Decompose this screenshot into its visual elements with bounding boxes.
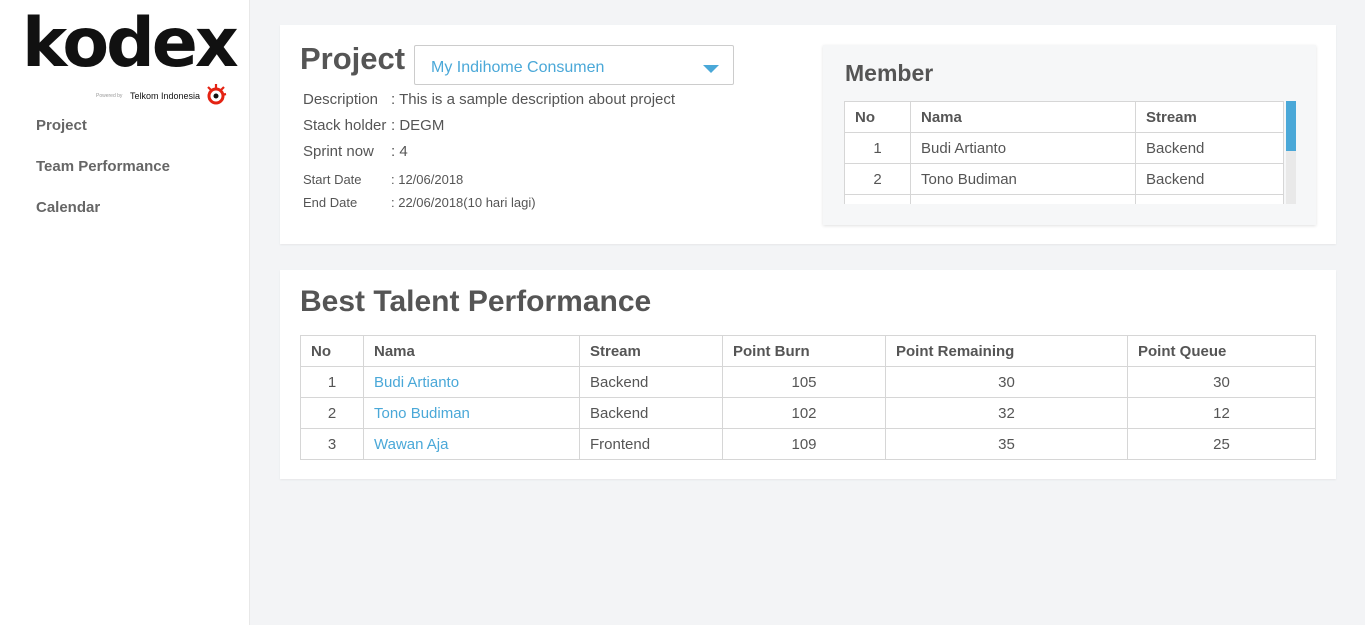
sidebar-nav: Project Team Performance Calendar	[36, 116, 170, 239]
member-scrollbar-thumb[interactable]	[1286, 101, 1296, 151]
talent-point-burn: 105	[722, 366, 886, 398]
member-col-stream: Stream	[1135, 101, 1284, 133]
sidebar-item-project[interactable]: Project	[36, 116, 170, 157]
telkom-label: Telkom Indonesia	[130, 91, 201, 101]
talent-stream: Frontend	[579, 428, 723, 460]
talent-point-remaining: 32	[885, 397, 1128, 429]
kodex-logo[interactable]: kodex Powered by Telkom Indonesia	[22, 4, 239, 105]
stakeholder-value: : DEGM	[391, 117, 445, 134]
description-row: Description : This is a sample descripti…	[303, 91, 675, 108]
sprint-label: Sprint now	[303, 143, 374, 160]
talent-stream: Backend	[579, 397, 723, 429]
table-row: 1 Budi Artianto Backend 105 30 30	[300, 366, 1316, 398]
stakeholder-label: Stack holder	[303, 117, 387, 134]
talent-col-point-queue: Point Queue	[1127, 335, 1316, 367]
talent-col-point-remaining: Point Remaining	[885, 335, 1128, 367]
project-select-value: My Indihome Consumen	[431, 59, 605, 76]
start-date-label: Start Date	[303, 172, 362, 187]
table-row: 1 Budi Artianto Backend	[844, 132, 1284, 164]
talent-table-header: No Nama Stream Point Burn Point Remainin…	[300, 335, 1316, 367]
member-stream: Frontend	[1135, 194, 1284, 204]
member-table-scroll[interactable]: No Nama Stream 1 Budi Artianto Backend 2…	[844, 101, 1284, 204]
project-card: Project My Indihome Consumen Description…	[280, 25, 1336, 244]
talent-card: Best Talent Performance No Nama Stream P…	[280, 270, 1336, 479]
sprint-value: : 4	[391, 143, 408, 160]
chevron-down-icon	[703, 65, 719, 73]
sidebar: kodex Powered by Telkom Indonesia Projec…	[0, 0, 250, 625]
description-label: Description	[303, 91, 379, 108]
table-row: 3 Wawan Aja Frontend	[844, 194, 1284, 204]
talent-point-remaining: 30	[885, 366, 1128, 398]
member-nama: Wawan Aja	[910, 194, 1136, 204]
talent-title: Best Talent Performance	[300, 285, 652, 318]
talent-name-link[interactable]: Tono Budiman	[363, 397, 580, 429]
talent-col-no: No	[300, 335, 364, 367]
table-row: 2 Tono Budiman Backend 102 32 12	[300, 397, 1316, 429]
talent-name-link[interactable]: Budi Artianto	[363, 366, 580, 398]
member-stream: Backend	[1135, 132, 1284, 164]
project-select[interactable]: My Indihome Consumen	[414, 45, 734, 85]
project-title: Project	[300, 41, 406, 76]
talent-col-nama: Nama	[363, 335, 580, 367]
talent-point-burn: 102	[722, 397, 886, 429]
sidebar-item-calendar[interactable]: Calendar	[36, 198, 170, 239]
table-row: 2 Tono Budiman Backend	[844, 163, 1284, 195]
description-value: : This is a sample description about pro…	[391, 91, 676, 108]
member-table-header: No Nama Stream	[844, 101, 1284, 133]
logo-wordmark: kodex	[22, 4, 239, 83]
member-no: 3	[844, 194, 911, 204]
sidebar-item-team-performance[interactable]: Team Performance	[36, 157, 170, 198]
member-title: Member	[845, 60, 934, 86]
talent-name-link[interactable]: Wawan Aja	[363, 428, 580, 460]
talent-point-remaining: 35	[885, 428, 1128, 460]
member-scrollbar[interactable]	[1286, 101, 1296, 204]
sprint-row: Sprint now : 4	[303, 143, 408, 160]
talent-point-queue: 25	[1127, 428, 1316, 460]
start-date-value: : 12/06/2018	[391, 172, 464, 187]
powered-by-label: Powered by	[96, 93, 123, 99]
member-nama: Budi Artianto	[910, 132, 1136, 164]
member-table: No Nama Stream 1 Budi Artianto Backend 2…	[844, 101, 1284, 204]
start-date-row: Start Date : 12/06/2018	[303, 172, 463, 187]
member-panel: Member No Nama Stream 1 Budi Artianto Ba…	[823, 45, 1316, 225]
talent-point-queue: 12	[1127, 397, 1316, 429]
member-no: 1	[844, 132, 911, 164]
end-date-label: End Date	[303, 195, 358, 210]
member-col-nama: Nama	[910, 101, 1136, 133]
talent-no: 3	[300, 428, 364, 460]
telkom-logo-icon	[207, 84, 227, 105]
member-nama: Tono Budiman	[910, 163, 1136, 195]
member-no: 2	[844, 163, 911, 195]
table-row: 3 Wawan Aja Frontend 109 35 25	[300, 428, 1316, 460]
member-stream: Backend	[1135, 163, 1284, 195]
talent-point-burn: 109	[722, 428, 886, 460]
talent-point-queue: 30	[1127, 366, 1316, 398]
talent-no: 2	[300, 397, 364, 429]
talent-col-stream: Stream	[579, 335, 723, 367]
end-date-value: : 22/06/2018(10 hari lagi)	[391, 195, 536, 210]
member-col-no: No	[844, 101, 911, 133]
talent-stream: Backend	[579, 366, 723, 398]
stakeholder-row: Stack holder : DEGM	[303, 117, 444, 134]
talent-col-point-burn: Point Burn	[722, 335, 886, 367]
talent-no: 1	[300, 366, 364, 398]
end-date-row: End Date : 22/06/2018(10 hari lagi)	[303, 195, 536, 210]
talent-table: No Nama Stream Point Burn Point Remainin…	[300, 335, 1316, 460]
